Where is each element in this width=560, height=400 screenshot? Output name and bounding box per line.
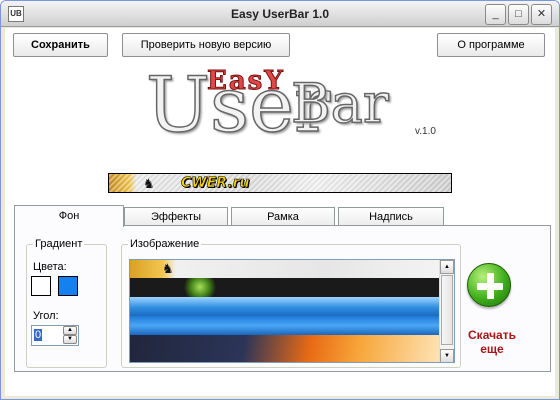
figure-icon: ♞ [162, 261, 174, 276]
image-option-3[interactable] [130, 297, 454, 316]
download-more-button[interactable] [467, 263, 511, 307]
angle-label: Угол: [33, 310, 59, 322]
tab-effects[interactable]: Эффекты [124, 207, 228, 226]
download-label-line1: Скачать [468, 328, 516, 342]
colors-label: Цвета: [33, 261, 67, 273]
download-more-label[interactable]: Скачать еще [457, 328, 527, 356]
image-list[interactable]: ♞ ▲ ▼ [129, 259, 455, 363]
image-option-2[interactable] [130, 278, 454, 297]
app-logo: User EasY Bar v.1.0 [141, 50, 441, 150]
tab-frame[interactable]: Рамка [231, 207, 335, 226]
preview-stripes [109, 174, 451, 192]
figure-icon: ♞ [143, 176, 155, 191]
logo-bar-text: Bar [290, 71, 389, 136]
gradient-group: Градиент Цвета: Угол: 0 ▲ ▼ [26, 238, 107, 368]
image-group-title: Изображение [128, 238, 202, 250]
scroll-up-icon[interactable]: ▲ [440, 260, 454, 274]
minimize-button[interactable]: _ [485, 4, 506, 25]
about-button[interactable]: О программе [437, 33, 545, 57]
logo-version: v.1.0 [415, 126, 436, 137]
userbar-preview: ♞ CWER.ru [108, 173, 452, 193]
maximize-button[interactable]: □ [508, 4, 529, 25]
image-option-1[interactable]: ♞ [130, 260, 454, 278]
tab-caption[interactable]: Надпись [338, 207, 444, 226]
main-window: UB Easy UserBar 1.0 _ □ ✕ Сохранить Пров… [0, 0, 560, 400]
close-button[interactable]: ✕ [531, 4, 552, 25]
angle-spinner[interactable]: 0 ▲ ▼ [31, 325, 79, 346]
image-option-5[interactable] [130, 335, 454, 362]
tab-background[interactable]: Фон [14, 205, 124, 227]
download-label-line2: еще [480, 342, 504, 356]
scroll-thumb[interactable] [441, 275, 453, 345]
gradient-group-title: Градиент [33, 238, 85, 250]
spin-down-icon[interactable]: ▼ [63, 335, 77, 344]
image-option-4[interactable] [130, 316, 454, 335]
color1-swatch[interactable] [31, 276, 51, 296]
spin-up-icon[interactable]: ▲ [63, 326, 77, 335]
window-title: Easy UserBar 1.0 [230, 7, 330, 21]
scroll-down-icon[interactable]: ▼ [440, 349, 454, 362]
preview-text: CWER.ru [181, 175, 250, 192]
angle-value[interactable]: 0 [34, 329, 43, 341]
logo-easy-text: EasY [207, 66, 285, 97]
color2-swatch[interactable] [58, 276, 78, 296]
image-group: Изображение ♞ ▲ ▼ [121, 238, 461, 368]
image-list-scrollbar[interactable]: ▲ ▼ [439, 260, 454, 362]
title-bar[interactable]: UB Easy UserBar 1.0 _ □ ✕ [1, 1, 559, 27]
save-button[interactable]: Сохранить [13, 33, 108, 57]
